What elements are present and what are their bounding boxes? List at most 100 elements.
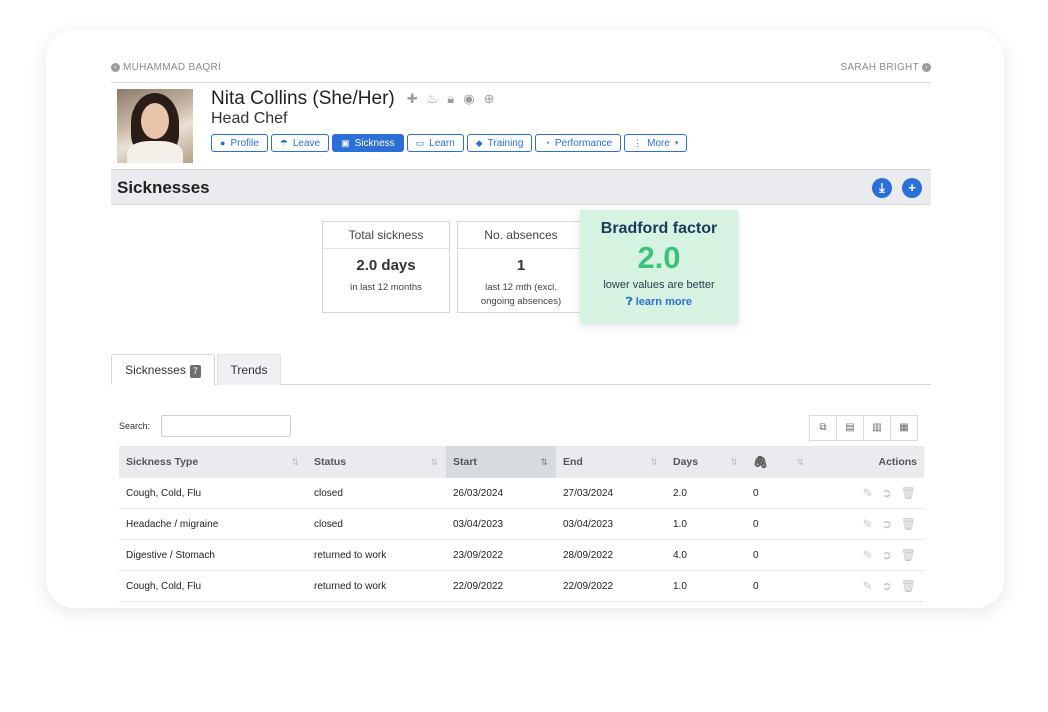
cell-type: Headache / migraine <box>126 519 219 530</box>
sort-desc-icon: ⇅ <box>540 457 548 467</box>
cell-status: closed <box>314 488 343 499</box>
col-start[interactable]: Start ⇅ <box>446 446 556 478</box>
trash-icon[interactable]: 🗑︎ <box>901 478 916 508</box>
trash-icon[interactable]: 🗑︎ <box>901 540 916 570</box>
cell-end: 27/03/2024 <box>563 488 614 499</box>
tab-profile[interactable]: ● Profile <box>211 134 268 152</box>
tab-label: Training <box>487 137 524 149</box>
cell-days: 2.0 <box>673 488 687 499</box>
umbrella-icon: ☂ <box>279 137 288 148</box>
cell-days: 4.0 <box>673 550 687 561</box>
tab-more[interactable]: ⋮ More ▾ <box>624 134 688 152</box>
arrow-circle-icon[interactable]: ➲ <box>882 509 892 539</box>
total-sickness-value: 2.0 days <box>356 257 416 274</box>
employee-nav: ‹ MUHAMMAD BAQRI SARAH BRIGHT › <box>111 62 931 80</box>
cell-end: 22/09/2022 <box>563 581 614 592</box>
edit-icon[interactable]: ✎ <box>863 478 873 508</box>
cell-status: returned to work <box>314 581 387 592</box>
header-label: Start <box>453 456 477 468</box>
bradford-title: Bradford factor <box>600 220 718 237</box>
cell-days: 1.0 <box>673 581 687 592</box>
tab-sickness[interactable]: ▣ Sickness <box>332 134 404 152</box>
question-circle-icon: ❓︎ <box>626 296 633 308</box>
cell-start: 03/04/2023 <box>453 519 504 530</box>
search-label: Search: <box>119 421 151 431</box>
trash-icon[interactable]: 🗑︎ <box>901 509 916 539</box>
cell-status: closed <box>314 519 343 530</box>
list-tabs: Sicknesses 7 Trends <box>111 354 931 385</box>
csv-button[interactable]: ▥ <box>863 415 891 441</box>
header-label: End <box>563 456 583 468</box>
sort-icon: ⇅ <box>291 457 299 467</box>
cell-start: 26/03/2024 <box>453 488 504 499</box>
employee-role: Head Chef <box>211 110 288 127</box>
edit-icon[interactable]: ✎ <box>863 509 873 539</box>
gauge-icon: ◔ <box>544 138 550 148</box>
tab-trends[interactable]: Trends <box>217 354 281 385</box>
col-sickness-type[interactable]: Sickness Type ⇅ <box>119 446 307 478</box>
add-sickness-button[interactable]: + <box>902 178 922 198</box>
col-end[interactable]: End ⇅ <box>556 446 666 478</box>
cell-type: Cough, Cold, Flu <box>126 488 202 499</box>
learn-more-link[interactable]: ❓︎ learn more <box>580 296 738 309</box>
page-title: Sicknesses <box>117 178 210 197</box>
tab-label: Sickness <box>354 137 395 149</box>
tab-label: Profile <box>230 137 259 149</box>
tab-sicknesses[interactable]: Sicknesses 7 <box>111 354 215 385</box>
cell-end: 03/04/2023 <box>563 519 614 530</box>
prev-employee-link[interactable]: ‹ MUHAMMAD BAQRI <box>111 62 221 73</box>
lifebuoy-icon[interactable]: ⊕ <box>484 91 495 107</box>
avatar <box>117 89 193 163</box>
table-row[interactable]: Headache / migraine closed 03/04/2023 03… <box>119 509 924 540</box>
search-input[interactable] <box>161 415 291 437</box>
fire-icon[interactable]: ♨ <box>427 91 439 107</box>
download-button[interactable]: ⤓ <box>872 178 892 198</box>
edit-icon[interactable]: ✎ <box>863 540 873 570</box>
cell-attachments: 0 <box>753 581 759 592</box>
arrow-circle-icon[interactable]: ➲ <box>882 540 892 570</box>
arrow-circle-icon[interactable]: ➲ <box>882 571 892 601</box>
tab-performance[interactable]: ◔ Performance <box>535 134 622 152</box>
table-header: Sickness Type ⇅ Status ⇅ Start ⇅ End ⇅ Days ⇅… <box>119 446 924 478</box>
tab-leave[interactable]: ☂ Leave <box>270 134 330 152</box>
table-row[interactable]: Cough, Cold, Flu returned to work 22/09/… <box>119 571 924 602</box>
caret-down-icon: ▾ <box>674 140 679 147</box>
profile-tabs: ● Profile ☂ Leave ▣ Sickness ▭ Learn ◆ Traini… <box>211 134 688 152</box>
first-aid-icon[interactable]: ✚ <box>407 91 418 107</box>
edit-icon[interactable]: ✎ <box>863 571 873 601</box>
bradford-factor-card: Bradford factor 2.0 lower values are bet… <box>580 210 738 324</box>
excel-file-icon: ▤ <box>845 422 855 433</box>
medkit-icon: ▣ <box>341 137 350 148</box>
eye-icon[interactable]: ◉ <box>463 91 474 107</box>
col-status[interactable]: Status ⇅ <box>307 446 446 478</box>
next-employee-link[interactable]: SARAH BRIGHT › <box>840 62 931 73</box>
cell-status: returned to work <box>314 550 387 561</box>
row-actions: ✎ ➲ 🗑︎ <box>812 540 924 570</box>
tab-training[interactable]: ◆ Training <box>466 134 533 152</box>
absences-header: No. absences <box>458 222 584 249</box>
absences-card: No. absences 1 last 12 mth (excl. ongoin… <box>457 221 585 313</box>
paperclip-icon: 🖇︎ <box>753 455 769 469</box>
absences-sub-line2: ongoing absences) <box>480 296 562 307</box>
table-row[interactable]: Cough, Cold, Flu closed 26/03/2024 27/03… <box>119 478 924 509</box>
card-content: ‹ MUHAMMAD BAQRI SARAH BRIGHT › Nita Col… <box>111 30 931 608</box>
table-row[interactable]: Digestive / Stomach returned to work 23/… <box>119 540 924 571</box>
next-employee-label: SARAH BRIGHT <box>840 62 919 73</box>
sort-icon: ⇅ <box>796 457 804 467</box>
col-days[interactable]: Days ⇅ <box>666 446 746 478</box>
col-attachments[interactable]: 🖇︎ ⇅ <box>746 446 812 478</box>
tab-learn[interactable]: ▭ Learn <box>406 134 464 152</box>
sickness-table: Sickness Type ⇅ Status ⇅ Start ⇅ End ⇅ Days ⇅… <box>119 446 924 602</box>
pdf-file-icon: ▦ <box>899 422 909 433</box>
copy-button[interactable]: ⧉ <box>809 415 837 441</box>
trash-icon[interactable]: 🗑︎ <box>901 571 916 601</box>
profile-card: ‹ MUHAMMAD BAQRI SARAH BRIGHT › Nita Col… <box>46 30 1004 608</box>
bradford-sub: lower values are better <box>603 279 715 291</box>
prev-employee-label: MUHAMMAD BAQRI <box>123 62 222 73</box>
pdf-button[interactable]: ▦ <box>890 415 918 441</box>
excel-button[interactable]: ▤ <box>836 415 864 441</box>
arrow-circle-icon[interactable]: ➲ <box>882 478 892 508</box>
lock-icon[interactable]: 🔒︎ <box>447 91 454 107</box>
ellipsis-icon: ⋮ <box>633 137 643 148</box>
graduation-cap-icon: ◆ <box>475 137 483 148</box>
